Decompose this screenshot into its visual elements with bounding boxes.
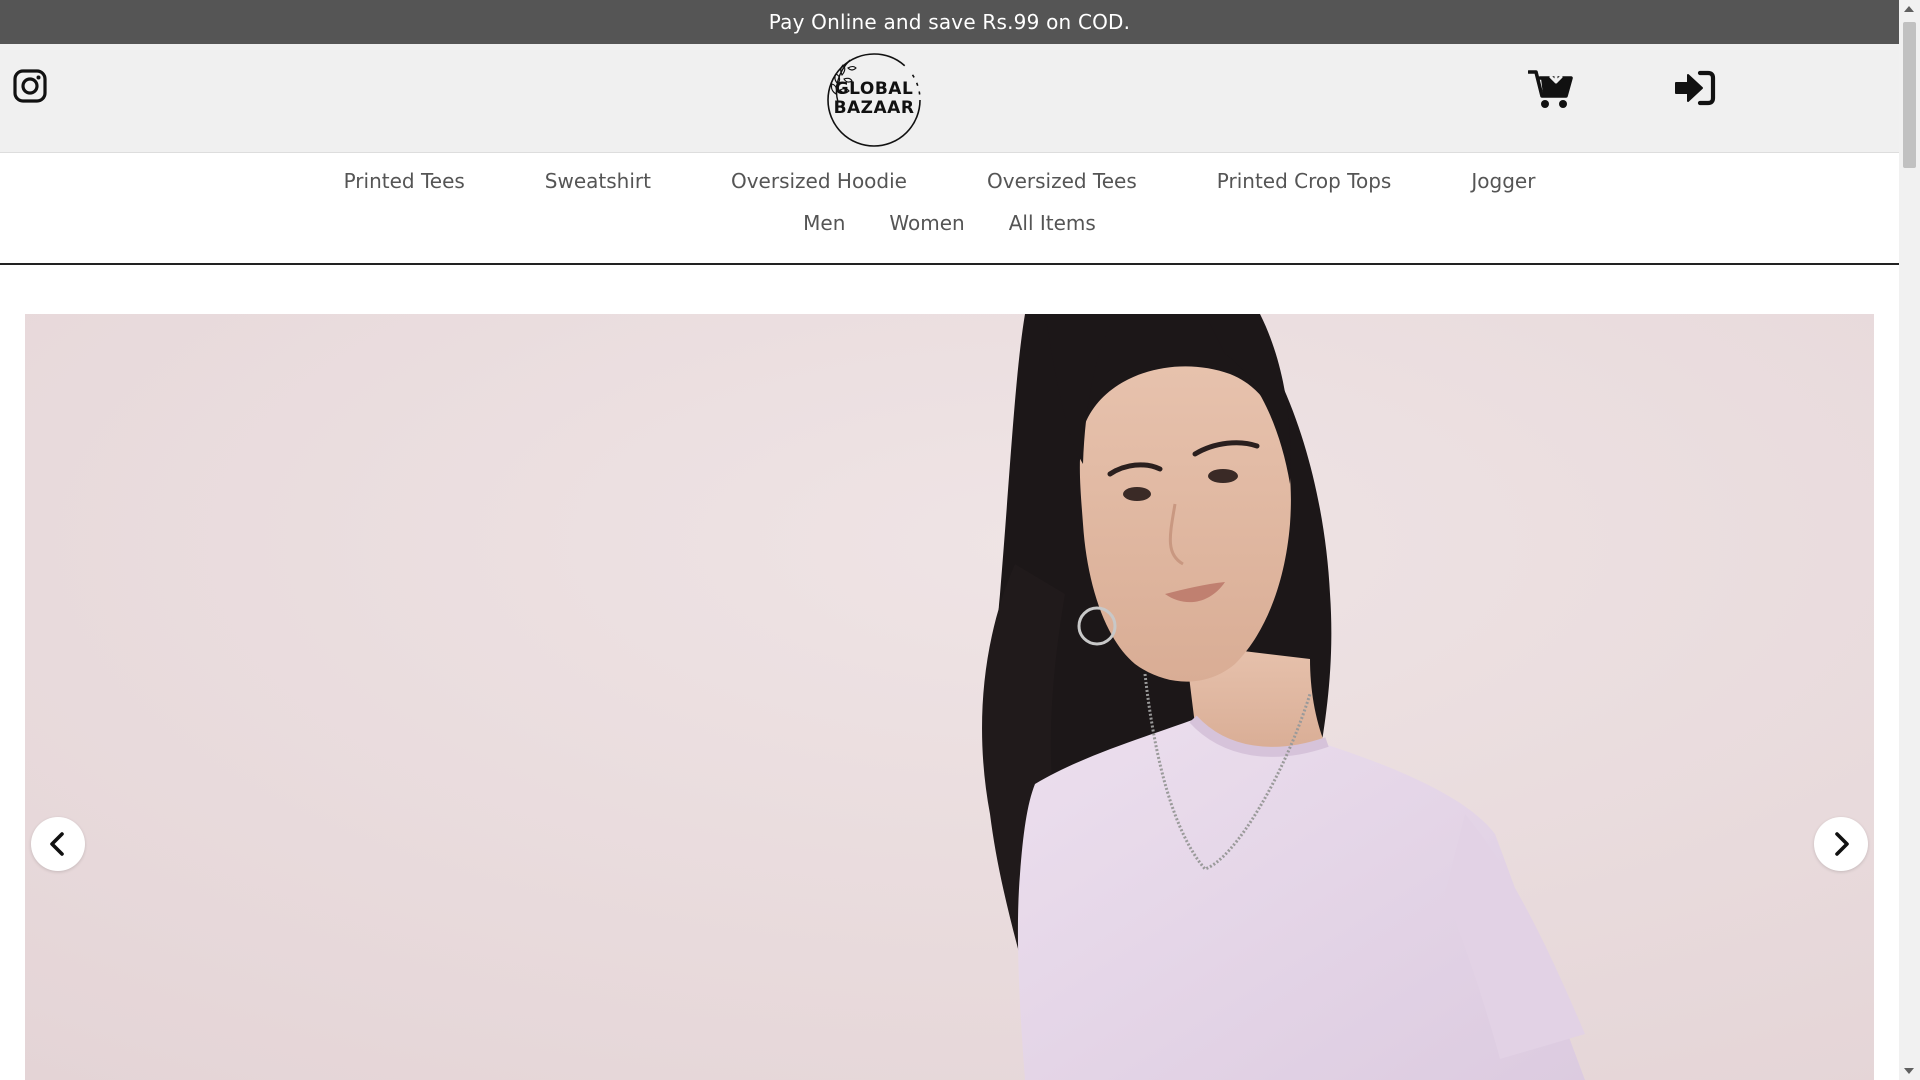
hero-model-illustration — [25, 314, 1874, 1080]
secondary-category-row: Men Women All Items — [0, 209, 1899, 265]
sign-in-icon[interactable] — [1674, 70, 1716, 106]
nav-oversized-hoodie[interactable]: Oversized Hoodie — [731, 169, 907, 193]
nav-all-items[interactable]: All Items — [1009, 211, 1096, 235]
chevron-left-icon — [50, 832, 64, 856]
page-scrollbar[interactable] — [1899, 0, 1920, 1080]
nav-jogger[interactable]: Jogger — [1471, 169, 1535, 193]
announcement-bar: Pay Online and save Rs.99 on COD. — [0, 0, 1899, 44]
scroll-thumb[interactable] — [1903, 22, 1916, 168]
category-nav: Printed Tees Sweatshirt Oversized Hoodie… — [0, 153, 1899, 265]
instagram-icon[interactable] — [12, 68, 48, 104]
nav-men[interactable]: Men — [803, 211, 845, 235]
site-logo[interactable]: GLOBAL BAZAAR — [824, 50, 924, 148]
page: Pay Online and save Rs.99 on COD. GLOBAL… — [0, 0, 1899, 1080]
announcement-text: Pay Online and save Rs.99 on COD. — [768, 10, 1131, 34]
logo-line-1: GLOBAL — [834, 79, 914, 99]
chevron-right-icon — [1835, 832, 1849, 856]
scroll-down-arrow-icon[interactable] — [1904, 1068, 1914, 1074]
slider-next-button[interactable] — [1814, 817, 1868, 871]
logo-wordmark: GLOBAL BAZAAR — [824, 80, 924, 118]
nav-women[interactable]: Women — [889, 211, 964, 235]
cart-icon[interactable] — [1527, 68, 1574, 110]
hero-slide-image — [25, 314, 1874, 1080]
scroll-up-arrow-icon[interactable] — [1904, 6, 1914, 12]
nav-printed-crop-tops[interactable]: Printed Crop Tops — [1217, 169, 1392, 193]
primary-category-row: Printed Tees Sweatshirt Oversized Hoodie… — [0, 153, 1899, 209]
logo-line-2: BAZAAR — [833, 98, 915, 118]
nav-printed-tees[interactable]: Printed Tees — [344, 169, 465, 193]
nav-oversized-tees[interactable]: Oversized Tees — [987, 169, 1137, 193]
slider-prev-button[interactable] — [31, 817, 85, 871]
site-header: GLOBAL BAZAAR — [0, 44, 1899, 153]
nav-sweatshirt[interactable]: Sweatshirt — [545, 169, 651, 193]
